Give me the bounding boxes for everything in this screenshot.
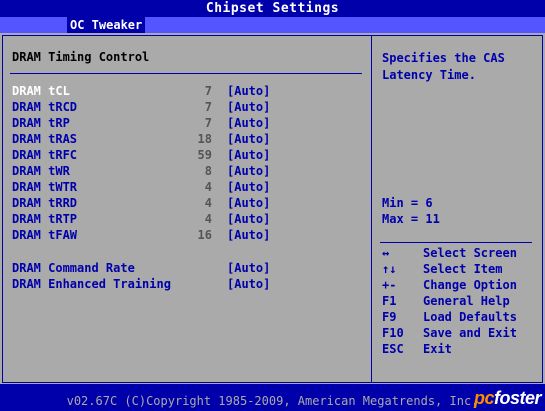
tab-bar: OC Tweaker	[0, 17, 545, 33]
key-hint-text: Select Item	[423, 262, 503, 276]
key-label: F1	[382, 294, 397, 308]
setting-row-tras[interactable]: DRAM tRAS 18 [Auto]	[12, 131, 367, 147]
setting-current-number: 16	[197, 228, 212, 242]
key-hint-text: Select Screen	[423, 246, 517, 260]
setting-value[interactable]: [Auto]	[227, 131, 270, 147]
key-hint-text: Change Option	[423, 278, 517, 292]
setting-row-trtp[interactable]: DRAM tRTP 4 [Auto]	[12, 211, 367, 227]
setting-name: DRAM tRP	[12, 116, 70, 130]
setting-row-trfc[interactable]: DRAM tRFC 59 [Auto]	[12, 147, 367, 163]
setting-name: DRAM tWTR	[12, 180, 78, 194]
setting-name: DRAM tRFC	[12, 148, 78, 162]
setting-row-command-rate[interactable]: DRAM Command Rate [Auto]	[12, 260, 367, 276]
setting-value[interactable]: [Auto]	[227, 211, 270, 227]
key-hint-text: Save and Exit	[423, 326, 517, 340]
copyright-text: v02.67C (C)Copyright 1985-2009, American…	[66, 394, 479, 408]
setting-name: DRAM tRAS	[12, 132, 78, 146]
plus-minus-icon: +-	[382, 278, 397, 292]
setting-current-number: 8	[204, 164, 212, 178]
setting-row-twtr[interactable]: DRAM tWTR 4 [Auto]	[12, 179, 367, 195]
setting-current-number: 4	[204, 180, 212, 194]
key-hint-text: Exit	[423, 342, 452, 356]
key-hint-text: Load Defaults	[423, 310, 517, 324]
setting-row-enhanced-training[interactable]: DRAM Enhanced Training [Auto]	[12, 276, 367, 292]
setting-name: DRAM Command Rate	[12, 261, 135, 275]
setting-value[interactable]: [Auto]	[227, 260, 270, 276]
setting-value[interactable]: [Auto]	[227, 227, 270, 243]
help-max: Max = 11	[382, 212, 440, 226]
setting-row-tcl[interactable]: DRAM tCL 7 [Auto]	[12, 83, 367, 99]
setting-name: DRAM tRCD	[12, 100, 78, 114]
setting-row-trp[interactable]: DRAM tRP 7 [Auto]	[12, 115, 367, 131]
setting-name: DRAM tRRD	[12, 196, 78, 210]
section-title: DRAM Timing Control	[12, 50, 150, 64]
title-bar: Chipset Settings	[0, 0, 545, 17]
window-title: Chipset Settings	[205, 1, 340, 16]
setting-current-number: 7	[204, 84, 212, 98]
panel-divider	[371, 35, 372, 383]
setting-row-tfaw[interactable]: DRAM tFAW 16 [Auto]	[12, 227, 367, 243]
watermark-logo: pcfoster	[473, 388, 542, 408]
arrow-up-down-icon: ↑↓	[382, 262, 397, 276]
help-description: Specifies the CAS Latency Time.	[382, 51, 505, 82]
tab-oc-tweaker[interactable]: OC Tweaker	[67, 17, 146, 33]
help-divider	[380, 242, 532, 243]
setting-name: DRAM tFAW	[12, 228, 78, 242]
section-divider	[10, 73, 362, 74]
help-min: Min = 6	[382, 196, 433, 210]
setting-value[interactable]: [Auto]	[227, 147, 270, 163]
setting-current-number: 7	[204, 116, 212, 130]
setting-name: DRAM tCL	[12, 84, 70, 98]
setting-value[interactable]: [Auto]	[227, 115, 270, 131]
key-label: F10	[382, 326, 404, 340]
setting-value[interactable]: [Auto]	[227, 276, 270, 292]
key-hint-text: General Help	[423, 294, 510, 308]
setting-name: DRAM tWR	[12, 164, 70, 178]
setting-current-number: 59	[197, 148, 212, 162]
setting-current-number: 4	[204, 212, 212, 226]
setting-name: DRAM Enhanced Training	[12, 277, 171, 291]
setting-value[interactable]: [Auto]	[227, 83, 270, 99]
setting-name: DRAM tRTP	[12, 212, 78, 226]
settings-panel: DRAM Timing Control DRAM tCL 7 [Auto] DR…	[0, 33, 545, 384]
key-label: ESC	[382, 342, 404, 356]
setting-current-number: 7	[204, 100, 212, 114]
key-label: F9	[382, 310, 397, 324]
setting-value[interactable]: [Auto]	[227, 99, 270, 115]
setting-current-number: 4	[204, 196, 212, 210]
arrow-left-right-icon: ↔	[382, 246, 390, 260]
setting-value[interactable]: [Auto]	[227, 179, 270, 195]
setting-row-trcd[interactable]: DRAM tRCD 7 [Auto]	[12, 99, 367, 115]
footer-bar: v02.67C (C)Copyright 1985-2009, American…	[0, 386, 545, 411]
setting-value[interactable]: [Auto]	[227, 163, 270, 179]
setting-row-twr[interactable]: DRAM tWR 8 [Auto]	[12, 163, 367, 179]
setting-row-trrd[interactable]: DRAM tRRD 4 [Auto]	[12, 195, 367, 211]
setting-current-number: 18	[197, 132, 212, 146]
setting-value[interactable]: [Auto]	[227, 195, 270, 211]
